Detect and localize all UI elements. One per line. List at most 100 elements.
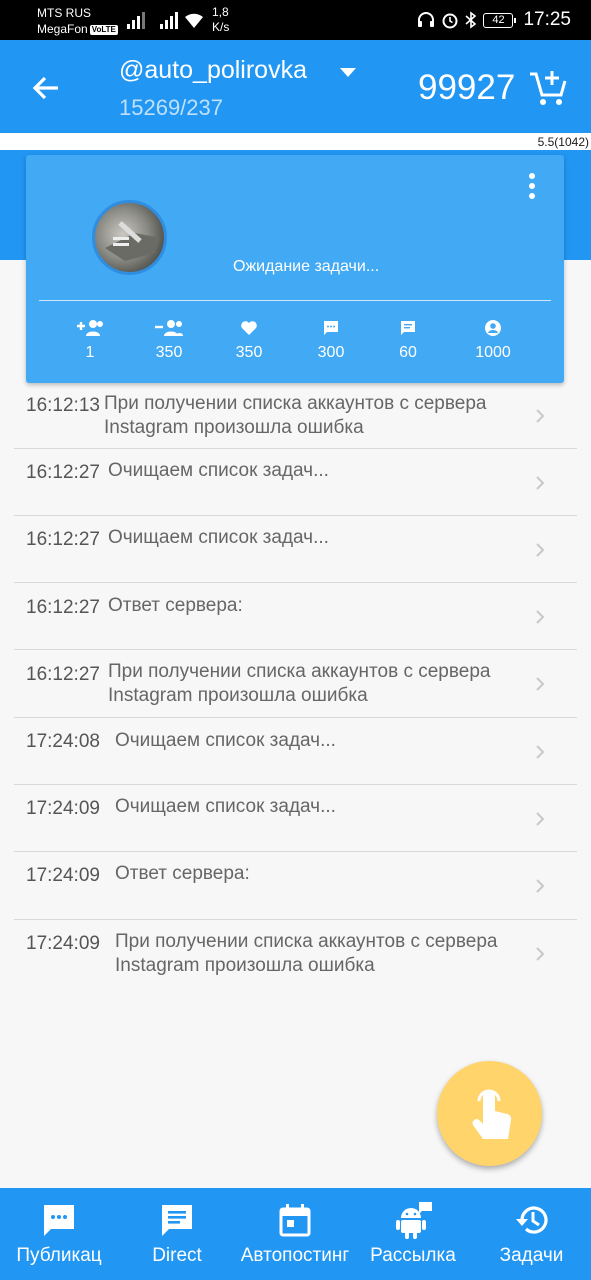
bottom-navigation: Публикац Direct Автопостинг Рассылка Зад… bbox=[0, 1188, 591, 1280]
log-message: Очищаем список задач... bbox=[108, 527, 329, 548]
avatar[interactable] bbox=[92, 200, 167, 275]
log-row[interactable]: 16:12:13 При получении списка аккаунтов … bbox=[0, 383, 591, 449]
android-icon bbox=[396, 1202, 432, 1239]
stat-value: 60 bbox=[399, 344, 417, 361]
stat-comment[interactable]: 300 bbox=[301, 319, 361, 362]
speed-value: 1,8 bbox=[212, 5, 229, 19]
chevron-right-icon bbox=[536, 409, 545, 423]
log-row[interactable]: 16:12:27 Ответ сервера: bbox=[0, 583, 591, 650]
stat-follow[interactable]: 1 bbox=[60, 319, 120, 362]
add-to-cart-icon[interactable] bbox=[528, 68, 568, 108]
headphones-icon bbox=[418, 12, 435, 27]
card-divider bbox=[39, 300, 551, 301]
history-icon bbox=[515, 1206, 548, 1234]
unfollow-icon bbox=[155, 320, 183, 336]
status-bar: MTS RUS MegaFon VoLTE 1,8 K/s 42 17:25 bbox=[0, 0, 591, 40]
account-name[interactable]: @auto_polirovka bbox=[119, 56, 307, 85]
stat-value: 350 bbox=[235, 344, 263, 361]
log-message: Очищаем список задач... bbox=[108, 460, 329, 481]
status-icons: 42 17:25 bbox=[417, 9, 571, 31]
clock: 17:25 bbox=[523, 9, 571, 30]
touch-icon bbox=[472, 1089, 512, 1139]
network-speed: 1,8 K/s bbox=[212, 5, 229, 35]
back-arrow-icon[interactable] bbox=[28, 70, 64, 106]
comment-icon bbox=[324, 321, 338, 335]
account-card: Ожидание задачи... 1 350 350 300 60 1000 bbox=[26, 155, 564, 383]
carrier-info: MTS RUS MegaFon VoLTE bbox=[37, 5, 118, 37]
stat-value: 300 bbox=[317, 344, 345, 361]
chevron-right-icon bbox=[536, 543, 545, 557]
log-row[interactable]: 17:24:09 Ответ сервера: bbox=[0, 852, 591, 920]
carrier-2: MegaFon bbox=[37, 22, 88, 36]
nav-label: Автопостинг bbox=[240, 1245, 350, 1266]
chevron-right-icon bbox=[536, 947, 545, 961]
log-message: Ответ сервера: bbox=[115, 863, 250, 884]
account-dropdown-icon[interactable] bbox=[338, 65, 358, 79]
stat-message[interactable]: 60 bbox=[378, 319, 438, 362]
nav-autoposting[interactable]: Автопостинг bbox=[236, 1188, 354, 1280]
log-message: Ответ сервера: bbox=[108, 595, 243, 616]
log-message: Очищаем список задач... bbox=[115, 796, 336, 817]
log-row[interactable]: 17:24:08 Очищаем список задач... bbox=[0, 718, 591, 785]
nav-label: Задачи bbox=[499, 1245, 564, 1266]
log-row[interactable]: 17:24:09 При получении списка аккаунтов … bbox=[0, 920, 591, 988]
direct-icon bbox=[162, 1205, 192, 1236]
signal-icon bbox=[127, 12, 145, 29]
chevron-right-icon bbox=[536, 677, 545, 691]
stat-like[interactable]: 350 bbox=[219, 319, 279, 362]
like-icon bbox=[241, 321, 257, 335]
log-message: Очищаем список задач... bbox=[115, 730, 336, 751]
volte-badge: VoLTE bbox=[89, 25, 118, 35]
wifi-icon bbox=[185, 13, 203, 28]
log-row[interactable]: 16:12:27 Очищаем список задач... bbox=[0, 516, 591, 583]
log-row[interactable]: 17:24:09 Очищаем список задач... bbox=[0, 785, 591, 852]
stat-value: 1000 bbox=[475, 344, 511, 361]
bluetooth-icon bbox=[465, 11, 477, 29]
calendar-icon bbox=[279, 1204, 311, 1237]
log-time: 17:24:09 bbox=[26, 798, 100, 819]
nav-tasks[interactable]: Задачи bbox=[472, 1188, 591, 1280]
message-icon bbox=[401, 321, 415, 335]
chat-icon bbox=[44, 1205, 74, 1236]
log-time: 17:24:09 bbox=[26, 933, 100, 954]
nav-publications[interactable]: Публикац bbox=[0, 1188, 118, 1280]
chevron-right-icon bbox=[536, 610, 545, 624]
stat-unfollow[interactable]: 350 bbox=[139, 319, 199, 362]
card-menu-icon[interactable] bbox=[522, 173, 542, 203]
log-time: 17:24:08 bbox=[26, 731, 100, 752]
task-status: Ожидание задачи... bbox=[233, 258, 380, 275]
log-time: 16:12:27 bbox=[26, 597, 100, 618]
log-time: 16:12:27 bbox=[26, 664, 100, 685]
carrier-1: MTS RUS bbox=[37, 6, 91, 20]
balance: 99927 bbox=[418, 68, 516, 107]
alarm-icon bbox=[442, 13, 458, 29]
stat-profile[interactable]: 1000 bbox=[463, 319, 523, 362]
log-message: При получении списка аккаунтов с сервера… bbox=[108, 661, 491, 706]
nav-label: Публикац bbox=[16, 1245, 102, 1266]
account-stats: 15269/237 bbox=[119, 95, 223, 120]
log-message: При получении списка аккаунтов с сервера… bbox=[115, 931, 498, 976]
chevron-right-icon bbox=[536, 879, 545, 893]
log-message: При получении списка аккаунтов с сервера… bbox=[104, 393, 487, 438]
nav-direct[interactable]: Direct bbox=[118, 1188, 236, 1280]
nav-label: Direct bbox=[152, 1245, 202, 1266]
start-task-button[interactable] bbox=[437, 1061, 542, 1166]
log-time: 16:12:13 bbox=[26, 395, 100, 416]
speed-unit: K/s bbox=[212, 20, 230, 34]
avatar-image-icon bbox=[105, 221, 160, 261]
chevron-right-icon bbox=[536, 745, 545, 759]
log-row[interactable]: 16:12:27 При получении списка аккаунтов … bbox=[0, 650, 591, 718]
battery-indicator: 42 bbox=[483, 12, 517, 28]
chevron-right-icon bbox=[536, 812, 545, 826]
log-row[interactable]: 16:12:27 Очищаем список задач... bbox=[0, 449, 591, 516]
stat-value: 1 bbox=[85, 344, 95, 361]
signal-icon bbox=[160, 12, 178, 29]
follow-icon bbox=[77, 320, 103, 336]
nav-label: Рассылка bbox=[370, 1245, 456, 1266]
stat-value: 350 bbox=[155, 344, 183, 361]
profile-icon bbox=[485, 320, 501, 336]
log-time: 16:12:27 bbox=[26, 529, 100, 550]
app-version: 5.5(1042) bbox=[537, 135, 589, 149]
nav-mailing[interactable]: Рассылка bbox=[354, 1188, 472, 1280]
chevron-right-icon bbox=[536, 476, 545, 490]
